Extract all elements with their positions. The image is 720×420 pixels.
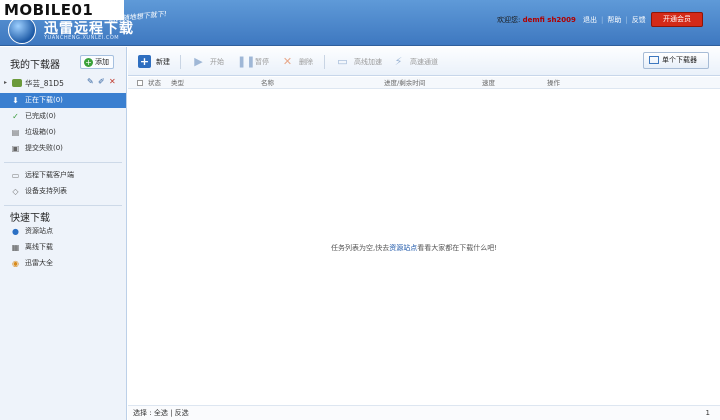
expand-arrow-icon[interactable]: ▸ bbox=[4, 79, 7, 86]
empty-list-message: 任务列表为空,快去资源站点看看大家都在下载什么吧! bbox=[128, 243, 700, 253]
delete-button[interactable]: ✕ 删除 bbox=[281, 54, 313, 70]
toolbar-separator bbox=[324, 55, 325, 69]
welcome-text: 欢迎您: demfi sh2009 bbox=[497, 15, 576, 25]
delete-label: 删除 bbox=[299, 58, 313, 66]
sidebar-item-offline[interactable]: ▦ 离线下载 bbox=[0, 240, 126, 255]
header-links: 退出 | 帮助 | 反馈 bbox=[583, 16, 646, 24]
sidebar-item-failed[interactable]: ▣ 提交失败(0) bbox=[0, 141, 126, 156]
sidebar-item-label: 已完成(0) bbox=[25, 112, 56, 120]
play-icon: ▶ bbox=[194, 55, 203, 68]
device-row[interactable]: ▸ 华芸_81D5 ✎ ✐ ✕ bbox=[4, 77, 124, 90]
header-bar: MOBILE01 迅雷远程下载 YUANCHENG.XUNLEI.COM 随时随… bbox=[0, 0, 720, 46]
sidebar-item-label: 资源站点 bbox=[25, 227, 53, 235]
watermark-text: MOBILE01 bbox=[4, 1, 94, 19]
pause-label: 暂停 bbox=[255, 58, 269, 66]
device-list-icon: ◇ bbox=[12, 187, 19, 196]
open-vip-button[interactable]: 开通会员 bbox=[651, 12, 703, 27]
start-button[interactable]: ▶ 开始 bbox=[192, 54, 224, 70]
fast-channel-label: 高速通道 bbox=[410, 58, 438, 66]
download-arrow-icon: ⬇ bbox=[12, 96, 19, 105]
offline-icon: ▦ bbox=[11, 243, 20, 252]
column-action[interactable]: 操作 bbox=[547, 77, 560, 89]
divider bbox=[4, 162, 122, 163]
sidebar-item-completed[interactable]: ✓ 已完成(0) bbox=[0, 109, 126, 124]
hd-accelerate-label: 高线加速 bbox=[354, 58, 382, 66]
logout-link[interactable]: 退出 bbox=[583, 16, 597, 24]
trash-icon: ▤ bbox=[11, 128, 20, 137]
sidebar-item-xunlei-collection[interactable]: ◉ 迅雷大全 bbox=[0, 256, 126, 271]
sidebar-item-trash[interactable]: ▤ 垃圾箱(0) bbox=[0, 125, 126, 140]
single-downloader-label: 单个下载器 bbox=[662, 56, 697, 64]
downloader-icon bbox=[649, 56, 659, 64]
sidebar-item-label: 设备支持列表 bbox=[25, 187, 67, 195]
column-status[interactable]: 状态 bbox=[148, 77, 161, 89]
plus-icon: + bbox=[84, 58, 93, 67]
column-progress[interactable]: 进度/剩余时间 bbox=[384, 77, 425, 89]
task-table-header: 状态 类型 名称 进度/剩余时间 速度 操作 bbox=[128, 77, 720, 89]
quick-download-title: 快速下载 bbox=[10, 213, 50, 224]
globe-icon: ● bbox=[12, 227, 19, 236]
sidebar-item-label: 迅雷大全 bbox=[25, 259, 53, 267]
sidebar-item-device-list[interactable]: ◇ 设备支持列表 bbox=[0, 184, 126, 199]
sidebar-item-downloading[interactable]: ⬇ 正在下载(0) bbox=[0, 93, 126, 108]
watermark-badge: MOBILE01 bbox=[0, 0, 124, 20]
welcome-label: 欢迎您: bbox=[497, 16, 521, 24]
sidebar-item-label: 垃圾箱(0) bbox=[25, 128, 56, 136]
xunlei-logo-icon bbox=[8, 16, 36, 44]
check-icon: ✓ bbox=[12, 112, 19, 121]
pause-icon: ❚❚ bbox=[237, 55, 256, 68]
sidebar-item-label: 远程下载客户端 bbox=[25, 171, 74, 179]
username[interactable]: demfi sh2009 bbox=[523, 16, 576, 24]
xunlei-icon: ◉ bbox=[12, 259, 19, 268]
device-name: 华芸_81D5 bbox=[25, 79, 64, 88]
divider bbox=[4, 205, 122, 206]
invert-selection-link[interactable]: 反选 bbox=[175, 409, 189, 417]
fast-channel-button[interactable]: ⚡ 高速通道 bbox=[392, 54, 438, 70]
column-type[interactable]: 类型 bbox=[171, 77, 184, 89]
app-domain: YUANCHENG.XUNLEI.COM bbox=[44, 35, 120, 41]
edit-icon[interactable]: ✐ bbox=[98, 77, 105, 86]
new-task-button[interactable]: + 新建 bbox=[138, 54, 170, 70]
plus-icon: + bbox=[138, 55, 151, 68]
sidebar: 我的下载器 + 添加 ▸ 华芸_81D5 ✎ ✐ ✕ ⬇ 正在下载(0) ✓ 已完成(… bbox=[0, 47, 127, 420]
select-label: 选择 : bbox=[133, 409, 152, 417]
settings-wrench-icon[interactable]: ✎ bbox=[87, 77, 94, 86]
add-device-label: 添加 bbox=[95, 58, 109, 66]
resource-sites-link[interactable]: 资源站点 bbox=[389, 244, 417, 252]
sidebar-item-label: 离线下载 bbox=[25, 243, 53, 251]
single-downloader-button[interactable]: 单个下载器 bbox=[643, 52, 709, 69]
select-all-link[interactable]: 全选 bbox=[154, 409, 168, 417]
toolbar: + 新建 ▶ 开始 ❚❚ 暂停 ✕ 删除 ▭ 高线加速 ⚡ 高速通道 单个下载器 bbox=[128, 47, 720, 76]
app-window: MOBILE01 迅雷远程下载 YUANCHENG.XUNLEI.COM 随时随… bbox=[0, 0, 720, 420]
client-icon: ▭ bbox=[11, 171, 20, 180]
column-name[interactable]: 名称 bbox=[261, 77, 274, 89]
column-speed[interactable]: 速度 bbox=[482, 77, 495, 89]
delete-x-icon: ✕ bbox=[282, 55, 293, 68]
add-device-button[interactable]: + 添加 bbox=[80, 55, 114, 69]
page-number[interactable]: 1 bbox=[706, 406, 710, 420]
empty-prefix: 任务列表为空,快去 bbox=[330, 244, 390, 252]
select-all-checkbox[interactable] bbox=[137, 80, 143, 86]
sidebar-item-client[interactable]: ▭ 远程下载客户端 bbox=[0, 168, 126, 183]
start-label: 开始 bbox=[210, 58, 224, 66]
feedback-link[interactable]: 反馈 bbox=[632, 16, 646, 24]
pause-button[interactable]: ❚❚ 暂停 bbox=[237, 54, 269, 70]
sidebar-item-label: 正在下载(0) bbox=[25, 96, 63, 104]
hd-accelerate-button[interactable]: ▭ 高线加速 bbox=[336, 54, 382, 70]
sidebar-item-resource-sites[interactable]: ● 资源站点 bbox=[0, 224, 126, 239]
toolbar-separator bbox=[180, 55, 181, 69]
sidebar-title: 我的下载器 bbox=[10, 60, 60, 71]
footer-bar: 选择 : 全选 | 反选 1 bbox=[128, 405, 720, 420]
failed-icon: ▣ bbox=[11, 144, 20, 153]
close-icon[interactable]: ✕ bbox=[109, 77, 116, 86]
device-icon bbox=[12, 79, 22, 87]
sidebar-item-label: 提交失败(0) bbox=[25, 144, 63, 152]
selection-controls: 选择 : 全选 | 反选 bbox=[133, 406, 189, 420]
footer-separator: | bbox=[170, 409, 173, 417]
lightning-icon: ⚡ bbox=[394, 55, 403, 68]
monitor-icon: ▭ bbox=[337, 55, 348, 68]
empty-suffix: 看看大家都在下载什么吧! bbox=[417, 244, 498, 252]
new-task-label: 新建 bbox=[156, 58, 170, 66]
help-link[interactable]: 帮助 bbox=[607, 16, 621, 24]
